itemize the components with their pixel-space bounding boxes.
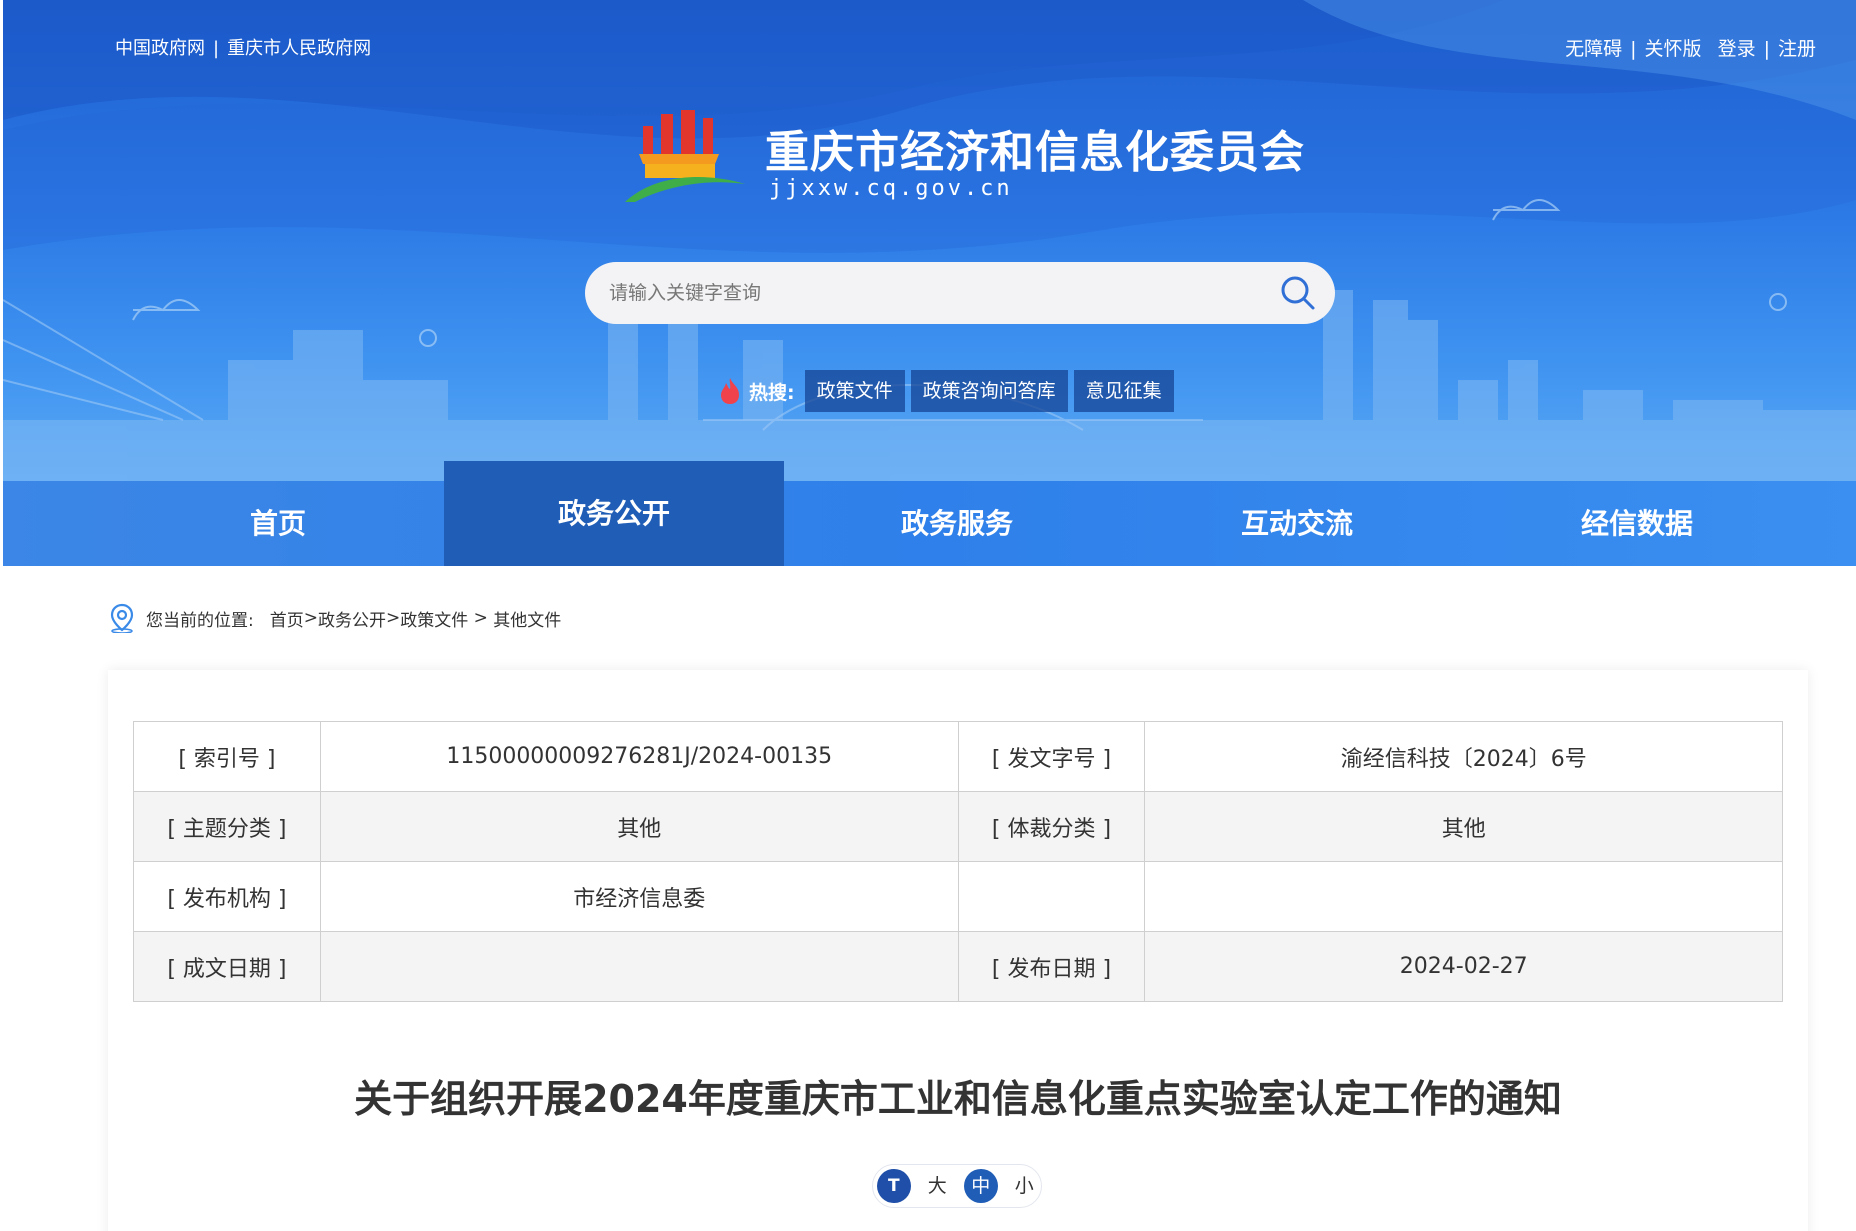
empty-cell [957, 861, 1146, 932]
published-date-value: 2024-02-27 [1144, 931, 1783, 1002]
font-size-icon: T [877, 1169, 911, 1203]
site-domain: jjxxw.cq.gov.cn [769, 176, 1013, 201]
nav-interaction[interactable]: 互动交流 [1127, 481, 1467, 566]
document-meta-table: [ 索引号 ] 11500000009276281J/2024-00135 [ … [133, 721, 1783, 1002]
breadcrumb-separator: > [468, 608, 494, 628]
hot-tag-opinion[interactable]: 意见征集 [1073, 370, 1174, 412]
page: 中国政府网 | 重庆市人民政府网 无障碍 | 关怀版 登录 | 注册 重庆市经济和信息化委员会… [0, 0, 1856, 1231]
font-size-medium[interactable]: 中 [964, 1169, 998, 1203]
table-row: [ 成文日期 ] [ 发布日期 ] 2024-02-27 [133, 931, 1783, 1002]
search-icon[interactable] [1279, 274, 1317, 312]
index-label: [ 索引号 ] [133, 721, 321, 792]
nav-data[interactable]: 经信数据 [1467, 481, 1807, 566]
separator: | [1630, 38, 1637, 60]
hot-search: 热搜: 政策文件 政策咨询问答库 意见征集 [717, 370, 1180, 412]
nav-services[interactable]: 政务服务 [787, 481, 1127, 566]
empty-cell [1144, 861, 1783, 932]
breadcrumb-prefix: 您当前的位置: [146, 610, 254, 631]
table-row: [ 主题分类 ] 其他 [ 体裁分类 ] 其他 [133, 791, 1783, 862]
topic-label: [ 主题分类 ] [133, 791, 321, 862]
docno-label: [ 发文字号 ] [957, 721, 1146, 792]
search-box [585, 262, 1335, 324]
breadcrumb-gov-affairs[interactable]: 政务公开 [318, 606, 386, 631]
breadcrumb-separator: > [303, 608, 318, 628]
docno-value: 渝经信科技〔2024〕6号 [1144, 721, 1783, 792]
link-gov-cn[interactable]: 中国政府网 [115, 38, 205, 59]
hot-tag-policy-files[interactable]: 政策文件 [804, 370, 905, 412]
topic-value: 其他 [319, 791, 959, 862]
link-login[interactable]: 登录 [1718, 38, 1756, 60]
link-accessibility[interactable]: 无障碍 [1565, 38, 1622, 60]
font-size-small[interactable]: 小 [1008, 1169, 1042, 1203]
hot-tag-policy-qa[interactable]: 政策咨询问答库 [910, 370, 1068, 412]
link-cq-gov[interactable]: 重庆市人民政府网 [227, 38, 371, 59]
location-pin-icon [110, 603, 134, 633]
header-banner: 中国政府网 | 重庆市人民政府网 无障碍 | 关怀版 登录 | 注册 重庆市经济和信息化委员会… [3, 0, 1856, 482]
link-register[interactable]: 注册 [1778, 38, 1816, 60]
breadcrumb-home[interactable]: 首页 [270, 606, 304, 631]
breadcrumb: 您当前的位置: 首页 > 政务公开 > 政策文件 > 其他文件 [108, 603, 561, 633]
font-size-switcher: T 大 中 小 [872, 1164, 1042, 1208]
genre-label: [ 体裁分类 ] [957, 791, 1146, 862]
table-row: [ 索引号 ] 11500000009276281J/2024-00135 [ … [133, 721, 1783, 792]
font-size-large[interactable]: 大 [921, 1169, 955, 1203]
separator: | [1763, 38, 1770, 60]
top-links-right: 无障碍 | 关怀版 登录 | 注册 [1565, 34, 1816, 61]
nav-gov-affairs-open[interactable]: 政务公开 [444, 461, 784, 566]
genre-value: 其他 [1144, 791, 1783, 862]
nav-home[interactable]: 首页 [108, 481, 448, 566]
site-logo-icon[interactable] [625, 104, 755, 204]
table-row: [ 发布机构 ] 市经济信息委 [133, 861, 1783, 932]
site-title[interactable]: 重庆市经济和信息化委员会 [765, 116, 1305, 180]
link-care-mode[interactable]: 关怀版 [1645, 38, 1702, 60]
hot-search-label: 热搜: [749, 381, 795, 404]
separator: | [213, 38, 220, 59]
org-label: [ 发布机构 ] [133, 861, 321, 932]
search-input[interactable] [609, 262, 1249, 324]
breadcrumb-policy-files[interactable]: 政策文件 [400, 606, 468, 631]
breadcrumb-other-files[interactable]: 其他文件 [493, 606, 561, 631]
org-value: 市经济信息委 [319, 861, 959, 932]
article-title: 关于组织开展2024年度重庆市工业和信息化重点实验室认定工作的通知 [354, 1077, 1562, 1121]
breadcrumb-separator: > [385, 608, 401, 628]
fire-icon [721, 378, 739, 404]
published-date-label: [ 发布日期 ] [957, 931, 1146, 1002]
top-links-left: 中国政府网 | 重庆市人民政府网 [115, 34, 371, 60]
index-value: 11500000009276281J/2024-00135 [319, 721, 959, 792]
created-date-value [319, 931, 959, 1002]
main-nav: 首页 政务服务 互动交流 经信数据 [3, 481, 1856, 566]
created-date-label: [ 成文日期 ] [133, 931, 321, 1002]
